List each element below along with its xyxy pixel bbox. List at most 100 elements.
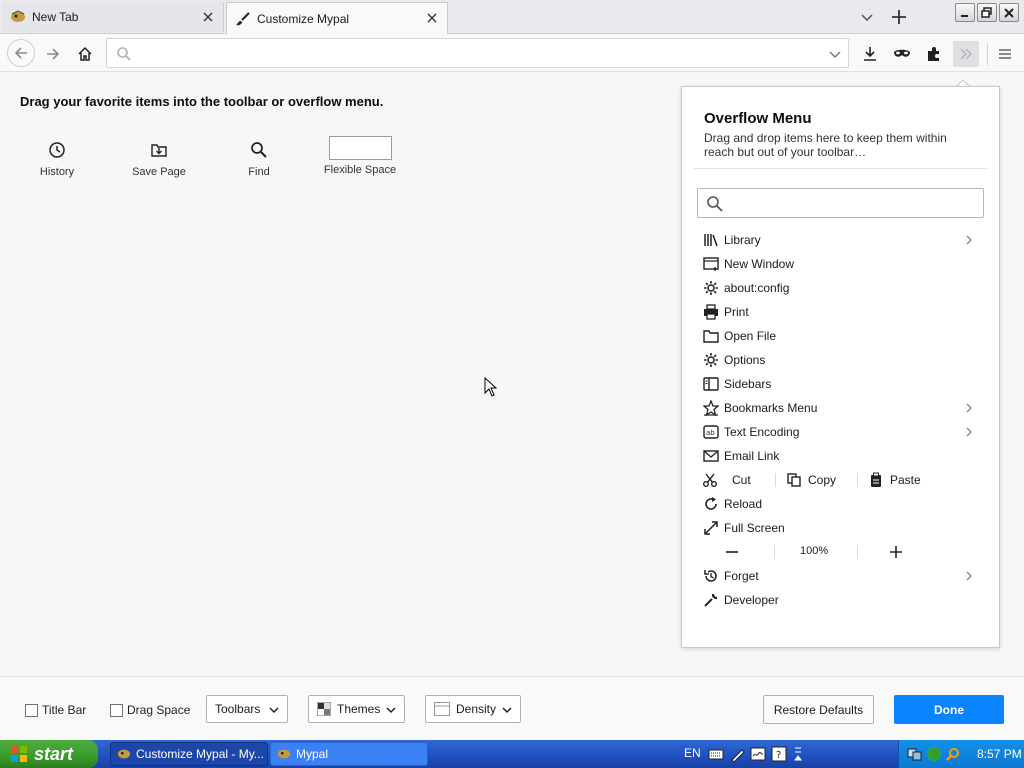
tab-title: Customize Mypal: [257, 11, 350, 26]
downloads-icon[interactable]: [857, 41, 883, 67]
mouse-cursor-icon: [484, 377, 498, 397]
taskbar-button-mypal[interactable]: Mypal: [270, 742, 428, 766]
checkbox-label: Title Bar: [42, 703, 87, 717]
network-icon[interactable]: [907, 746, 923, 762]
palette-label: History: [39, 166, 75, 178]
security-icon[interactable]: [926, 746, 942, 762]
menu-item-sidebars[interactable]: Sidebars: [702, 373, 982, 395]
menu-item-text-encoding[interactable]: ab Text Encoding: [702, 421, 982, 443]
menu-item-print[interactable]: Print: [702, 301, 982, 323]
back-icon[interactable]: [7, 39, 35, 67]
palette-item-flexible-space[interactable]: Flexible Space: [315, 136, 405, 176]
chevron-right-icon: [964, 401, 974, 415]
menu-item-label: Reload: [724, 497, 763, 511]
menu-item-label: Open File: [724, 329, 777, 343]
mypal-logo-icon: [117, 747, 131, 761]
drag-space-checkbox[interactable]: Drag Space: [110, 703, 190, 717]
url-history-dropdown-icon[interactable]: [828, 47, 842, 61]
help-icon[interactable]: ?: [771, 746, 787, 762]
menu-item-library[interactable]: Library: [702, 229, 982, 251]
palette-item-find[interactable]: Find: [214, 136, 304, 178]
menu-item-full-screen[interactable]: Full Screen: [702, 517, 982, 539]
toolbars-dropdown[interactable]: Toolbars: [206, 695, 288, 723]
taskbar-button-customize[interactable]: Customize Mypal - My...: [110, 742, 268, 766]
tab-customize[interactable]: Customize Mypal: [226, 2, 448, 34]
envelope-icon: [702, 447, 720, 465]
restore-defaults-button[interactable]: Restore Defaults: [763, 695, 874, 724]
palette-item-history[interactable]: History: [12, 136, 102, 178]
text-encoding-icon: ab: [702, 423, 720, 441]
close-window-button[interactable]: [999, 3, 1019, 22]
menu-item-label: Print: [724, 305, 749, 319]
palette-item-save-page[interactable]: Save Page: [114, 136, 204, 178]
done-button[interactable]: Done: [894, 695, 1004, 724]
cut-label: Cut: [732, 473, 751, 487]
paste-button[interactable]: Paste: [868, 469, 921, 491]
menu-item-developer[interactable]: Developer: [702, 589, 982, 611]
toolbar-separator: [987, 43, 988, 65]
scissors-icon: [702, 471, 720, 489]
extensions-puzzle-icon[interactable]: [921, 41, 947, 67]
url-bar[interactable]: [106, 38, 849, 68]
new-tab-plus-icon[interactable]: [889, 7, 909, 27]
chevron-right-icon: [964, 233, 974, 247]
keyboard-icon[interactable]: [708, 746, 724, 762]
handwriting-icon[interactable]: [750, 746, 766, 762]
zoom-level[interactable]: 100%: [800, 545, 828, 557]
mypal-logo-icon: [277, 747, 291, 761]
menu-item-email-link[interactable]: Email Link: [702, 445, 982, 467]
folder-icon: [702, 327, 720, 345]
overflow-chevron-icon[interactable]: [953, 41, 979, 67]
overflow-menu-title: Overflow Menu: [704, 110, 812, 127]
checkbox-label: Drag Space: [127, 703, 191, 717]
menu-item-about-config[interactable]: about:config: [702, 277, 982, 299]
search-icon: [214, 136, 304, 164]
options-icon[interactable]: [793, 746, 803, 762]
checkbox-box[interactable]: [110, 703, 123, 717]
taskbar-button-label: Mypal: [296, 747, 329, 761]
menu-item-options[interactable]: Options: [702, 349, 982, 371]
close-tab-icon[interactable]: [425, 11, 439, 25]
reload-icon: [702, 495, 720, 513]
themes-dropdown[interactable]: Themes: [308, 695, 405, 723]
new-window-icon: [702, 255, 720, 273]
overflow-search-box[interactable]: [697, 188, 984, 218]
zoom-in-plus-icon[interactable]: [888, 544, 904, 560]
star-icon: [702, 399, 720, 417]
start-button[interactable]: start: [0, 740, 98, 768]
tab-title: New Tab: [32, 10, 79, 24]
minimize-button[interactable]: [955, 3, 975, 22]
close-tab-icon[interactable]: [201, 10, 215, 24]
language-indicator[interactable]: EN: [684, 746, 701, 760]
zoom-out-minus-icon[interactable]: [724, 544, 740, 560]
tab-new-tab[interactable]: New Tab: [2, 2, 224, 32]
pen-icon[interactable]: [730, 746, 746, 762]
home-icon[interactable]: [72, 41, 98, 67]
menu-item-forget[interactable]: Forget: [702, 565, 982, 587]
cut-button[interactable]: Cut: [702, 469, 751, 491]
divider: [694, 168, 987, 169]
windows-taskbar: start Customize Mypal - My... Mypal EN ?…: [0, 740, 1024, 768]
menu-item-open-file[interactable]: Open File: [702, 325, 982, 347]
title-bar-checkbox[interactable]: Title Bar: [25, 703, 86, 717]
private-mask-icon[interactable]: [889, 41, 915, 67]
density-dropdown[interactable]: Density: [425, 695, 521, 723]
menu-item-label: New Window: [724, 257, 795, 271]
search-tray-icon[interactable]: [945, 746, 961, 762]
forward-icon[interactable]: [40, 41, 66, 67]
clock[interactable]: 8:57 PM: [977, 747, 1022, 761]
list-all-tabs-icon[interactable]: [858, 8, 876, 26]
palette-label: Find: [248, 166, 270, 178]
copy-button[interactable]: Copy: [786, 469, 836, 491]
menu-item-new-window[interactable]: New Window: [702, 253, 982, 275]
customize-instructions: Drag your favorite items into the toolba…: [20, 94, 384, 109]
hamburger-menu-icon[interactable]: [992, 41, 1018, 67]
restore-window-button[interactable]: [977, 3, 997, 22]
separator: [857, 545, 858, 559]
checkbox-box[interactable]: [25, 703, 38, 717]
menu-item-bookmarks-menu[interactable]: Bookmarks Menu: [702, 397, 982, 419]
sidebar-icon: [702, 375, 720, 393]
menu-item-reload[interactable]: Reload: [702, 493, 982, 515]
palette-label: Flexible Space: [323, 164, 397, 176]
mypal-logo-icon: [10, 9, 26, 25]
